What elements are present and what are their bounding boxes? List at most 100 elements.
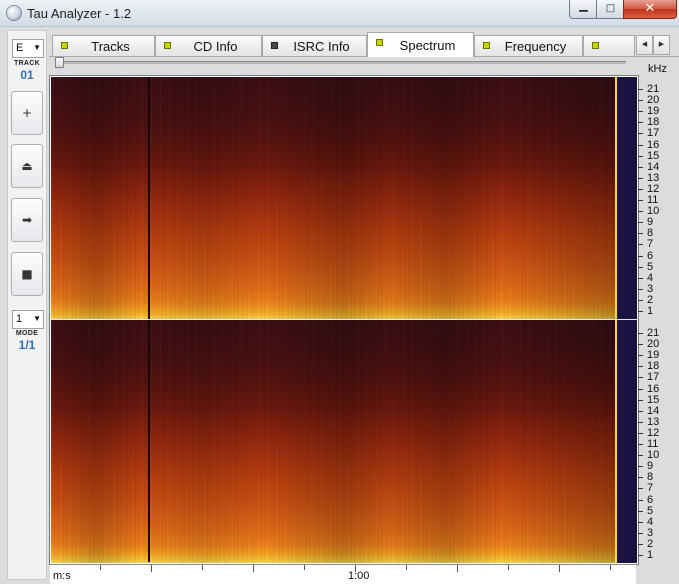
khz-tick-label: 1 [647, 305, 654, 317]
position-slider-track[interactable] [58, 61, 626, 64]
eject-button[interactable]: ⏏ [11, 144, 43, 188]
khz-tick [638, 477, 643, 479]
tab-scroll-right-button[interactable]: ▶ [653, 35, 670, 55]
spectrogram-channel-right[interactable] [51, 320, 615, 563]
mode-label: MODE [15, 330, 39, 337]
time-marker-label: 1:00 [348, 570, 370, 582]
khz-tick [638, 244, 643, 246]
khz-tick-label: 7 [647, 238, 654, 251]
tab-isrc-info[interactable]: ISRC Info [262, 35, 367, 56]
mode-value: 1/1 [18, 338, 36, 352]
khz-tick [638, 355, 643, 357]
khz-tick [638, 177, 643, 179]
khz-tick [638, 377, 643, 379]
playback-cursor [148, 320, 150, 562]
khz-tick [638, 100, 643, 102]
frequency-scale-bottom: 21 20 19 18 17 16 15 14 13 12 11 10 9 8 7 6 5 4 3 2 1 [638, 320, 676, 563]
khz-tick [638, 288, 643, 290]
channel-divider [51, 319, 637, 320]
khz-tick [638, 543, 643, 545]
khz-tick-label: 5 [647, 504, 654, 517]
khz-tick [638, 510, 643, 512]
khz-tick [638, 466, 643, 468]
khz-tick-label: 1 [647, 549, 654, 561]
time-tick [559, 565, 560, 572]
tab-frequency[interactable]: Frequency [474, 35, 583, 56]
khz-tick [638, 277, 643, 279]
window-title: Tau Analyzer - 1.2 [27, 6, 132, 21]
time-tick [508, 565, 509, 570]
khz-tick [638, 188, 643, 190]
title-bar[interactable]: Tau Analyzer - 1.2 ▁ □ ✕ [0, 0, 679, 27]
plus-icon: + [21, 106, 33, 120]
khz-tick-label: 16 [647, 138, 660, 151]
khz-tick [638, 144, 643, 146]
khz-tick-label: 5 [647, 260, 654, 273]
tab-spectrum[interactable]: Spectrum [367, 32, 474, 57]
tab-overflow[interactable] [583, 35, 635, 56]
add-button[interactable]: + [11, 91, 43, 135]
tab-scroll-left-button[interactable]: ◀ [636, 35, 653, 55]
minimize-button[interactable]: ▁ [569, 0, 598, 19]
tab-label: Tracks [91, 39, 130, 54]
khz-tick [638, 432, 643, 434]
spectrogram-silence-right [615, 320, 637, 563]
time-tick [304, 565, 305, 570]
stop-icon: ■ [21, 267, 33, 281]
khz-tick [638, 89, 643, 90]
chevron-down-icon: ▼ [33, 314, 41, 323]
khz-tick-label: 7 [647, 482, 654, 495]
tab-label: Frequency [504, 39, 567, 54]
track-select[interactable]: E ▼ [12, 39, 44, 58]
khz-tick [638, 266, 643, 268]
khz-tick [638, 344, 643, 346]
mode-select-value: 1 [16, 313, 23, 325]
stop-button[interactable]: ■ [11, 252, 43, 296]
time-axis-unit: m:s [53, 570, 71, 582]
khz-tick-label: 16 [647, 382, 660, 395]
time-tick [610, 565, 611, 570]
khz-tick [638, 555, 643, 556]
khz-tick-label: 6 [647, 249, 654, 262]
next-button[interactable]: ➡ [11, 198, 43, 242]
khz-tick [638, 122, 643, 124]
khz-tick [638, 255, 643, 257]
khz-tick-label: 15 [647, 393, 660, 406]
tab-strip: Tracks CD Info ISRC Info Spectrum Freque… [49, 32, 679, 57]
khz-tick-label: 15 [647, 149, 660, 162]
time-tick [202, 565, 203, 570]
khz-tick [638, 311, 643, 312]
time-tick [457, 565, 458, 572]
khz-tick [638, 333, 643, 334]
spectrogram-channel-left[interactable] [51, 77, 615, 320]
spectrogram-silence-left [615, 77, 637, 320]
khz-tick [638, 399, 643, 401]
spectrogram[interactable] [49, 75, 639, 565]
khz-tick [638, 410, 643, 412]
position-slider-thumb[interactable] [55, 57, 64, 68]
tab-tracks[interactable]: Tracks [52, 35, 155, 56]
close-button[interactable]: ✕ [623, 0, 677, 19]
time-tick [355, 565, 356, 572]
khz-tick [638, 133, 643, 135]
khz-tick [638, 421, 643, 423]
track-select-value: E [16, 42, 24, 54]
khz-tick [638, 233, 643, 235]
arrow-right-icon: ➡ [21, 213, 33, 227]
khz-tick [638, 166, 643, 168]
khz-tick-label: 17 [647, 127, 660, 140]
khz-tick [638, 444, 643, 445]
tab-label: CD Info [193, 39, 238, 54]
khz-tick-label: 6 [647, 493, 654, 506]
maximize-button[interactable]: □ [596, 0, 625, 19]
tab-cd-info[interactable]: CD Info [155, 35, 262, 56]
frequency-scale-top: 21 20 19 18 17 16 15 14 13 12 11 10 9 8 7 6 5 4 3 2 1 [638, 76, 676, 319]
track-number: 01 [20, 68, 34, 82]
eject-icon: ⏏ [21, 159, 33, 173]
khz-tick [638, 200, 643, 201]
tab-label: ISRC Info [293, 39, 350, 54]
mode-select[interactable]: 1 ▼ [12, 310, 44, 329]
time-tick [253, 565, 254, 572]
time-tick [151, 565, 152, 572]
khz-tick [638, 532, 643, 534]
